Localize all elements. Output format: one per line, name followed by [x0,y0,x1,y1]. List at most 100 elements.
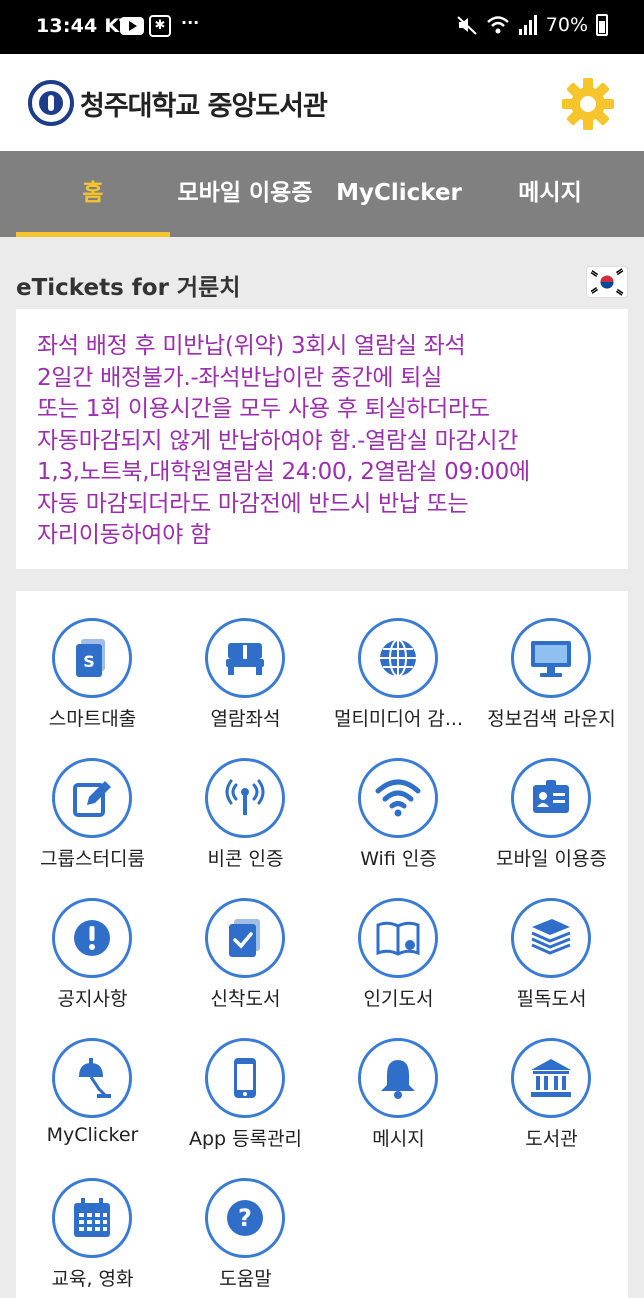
menu-icon-circle [358,1038,438,1118]
menu-popular-books[interactable]: 인기도서 [322,871,475,1011]
calendar-icon [74,1198,110,1237]
menu-notice[interactable]: 공지사항 [16,871,169,1011]
library-title: 청주대학교 중앙도서관 [80,91,328,122]
menu-info-lounge[interactable]: 정보검색 라운지 [475,591,628,731]
menu-label: App 등록관리 [188,1128,303,1150]
etickets-title: eTickets for 거룬치 [16,275,241,301]
menu-label: 필독도서 [516,988,587,1010]
settings-gear-icon[interactable] [560,76,616,132]
menu-icon-circle [511,618,591,698]
book-stack-icon [531,919,571,955]
menu-label: 멀티미디어 감... [333,708,464,730]
youtube-icon [120,17,144,35]
menu-icon-circle [511,898,591,978]
menu-icon-circle: S [52,618,132,698]
tab-messages[interactable]: 메시지 [480,151,620,237]
menu-icon-circle [358,898,438,978]
beacon-icon [225,779,265,815]
tab-myclicker[interactable]: MyClicker [326,151,472,237]
menu-icon-circle [511,758,591,838]
menu-icon-circle [358,758,438,838]
menu-new-books[interactable]: 신착도서 [169,871,322,1011]
menu-app-registration[interactable]: App 등록관리 [169,1011,322,1151]
bell-icon [381,1060,415,1099]
mute-icon [457,16,477,35]
battery-percent: 70% [545,14,588,36]
app-header: 청주대학교 중앙도서관 [0,54,644,151]
menu-label: 도움말 [219,1268,272,1290]
menu-smart-loan[interactable]: S 스마트대출 [16,591,169,731]
menu-icon-circle: ? [205,1178,285,1258]
menu-label: 교육, 영화 [51,1268,134,1290]
menu-mobile-card[interactable]: 모바일 이용증 [475,731,628,871]
menu-grid: S 스마트대출 열람좌석 멀티미디어 감... 정보검색 라운지 그룹스터디룸 … [16,591,628,1298]
menu-label: 신착도서 [210,988,281,1010]
menu-icon-circle [52,758,132,838]
menu-label: 모바일 이용증 [496,848,607,870]
help-icon: ? [227,1200,263,1236]
building-icon [531,1059,571,1097]
wifi-icon [375,779,421,817]
menu-icon-circle [358,618,438,698]
svg-text:?: ? [238,1204,252,1232]
menu-label: 비콘 인증 [207,848,284,870]
menu-icon-circle [52,1038,132,1118]
wifi-status-icon [486,16,509,34]
battery-icon [596,14,608,36]
menu-label: 메시지 [372,1128,425,1150]
menu-group-study[interactable]: 그룹스터디룸 [16,731,169,871]
open-book-icon [376,921,420,956]
menu-education-movie[interactable]: 교육, 영화 [16,1151,169,1291]
menu-help[interactable]: ? 도움말 [169,1151,322,1291]
tab-home[interactable]: 홈 [16,151,170,237]
status-right: 70% [456,14,608,36]
menu-label: 공지사항 [57,988,128,1010]
globe-icon [380,639,416,677]
notice-text: 좌석 배정 후 미반납(위약) 3회시 열람실 좌석 2일간 배정불가.-좌석반… [37,333,530,548]
paw-icon: ✱ [149,15,171,37]
menu-label: 인기도서 [363,988,434,1010]
notice-card: 좌석 배정 후 미반납(위약) 3회시 열람실 좌석 2일간 배정불가.-좌석반… [16,309,628,569]
university-logo-icon [28,80,74,126]
menu-wifi[interactable]: Wifi 인증 [322,731,475,871]
menu-label: MyClicker [46,1124,139,1146]
menu-label: 열람좌석 [210,708,281,730]
smart-loan-icon: S [76,639,105,677]
menu-library[interactable]: 도서관 [475,1011,628,1151]
menu-icon-circle [205,618,285,698]
tab-bar: 홈 모바일 이용증 MyClicker 메시지 [0,151,644,237]
menu-icon-circle [205,1038,285,1118]
menu-icon-circle [511,1038,591,1118]
more-notifications-icon: ··· [181,13,200,32]
menu-label: 도서관 [525,1128,578,1150]
status-time: 13:44 KT [36,15,133,37]
korea-flag-icon[interactable] [586,266,628,298]
menu-icon-circle [205,898,285,978]
svg-text:S: S [83,652,95,671]
menu-beacon[interactable]: 비콘 인증 [169,731,322,871]
menu-icon-circle [52,1178,132,1258]
edit-icon [73,781,111,817]
tab-mobile-card[interactable]: 모바일 이용증 [170,151,320,237]
menu-reading-seat[interactable]: 열람좌석 [169,591,322,731]
status-bar: 13:44 KT ✱ ··· 70% [0,0,644,54]
menu-multimedia[interactable]: 멀티미디어 감... [322,591,475,731]
menu-label: 정보검색 라운지 [487,708,616,730]
monitor-icon [531,641,571,677]
menu-icon-circle [52,898,132,978]
menu-label: 그룹스터디룸 [40,848,145,870]
phone-icon [234,1058,256,1098]
lamp-icon [79,1058,111,1098]
menu-required-books[interactable]: 필독도서 [475,871,628,1011]
new-book-icon [229,919,260,957]
active-tab-indicator [16,232,170,237]
menu-label: 스마트대출 [48,708,137,730]
seat-icon [226,643,264,675]
alert-icon [74,920,110,956]
menu-icon-circle [205,758,285,838]
menu-myclicker[interactable]: MyClicker [16,1011,169,1151]
menu-label: Wifi 인증 [360,848,437,870]
signal-icon [518,15,537,35]
id-card-icon [533,780,569,813]
menu-messages[interactable]: 메시지 [322,1011,475,1151]
